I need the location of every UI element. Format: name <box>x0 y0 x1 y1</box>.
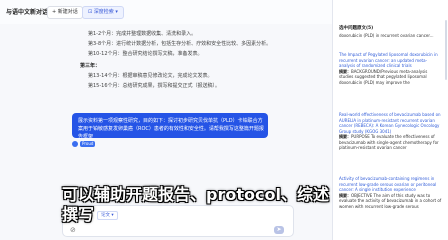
attach-icon[interactable]: ⊘ <box>70 226 76 234</box>
section-heading: 第三年： <box>80 63 101 69</box>
scrollbar[interactable] <box>445 20 447 80</box>
reference-item[interactable]: Activity of bevacizumab-containing regim… <box>339 176 443 209</box>
app-title: 与语中文新对话 <box>6 9 49 16</box>
user-tag: Proud <box>80 141 96 147</box>
reference-title-link[interactable]: Real-world effectiveness of bevacizumab … <box>339 112 443 134</box>
list-item: 第13-14个月：根据审稿意见修改论文，完成论文发表。 <box>88 73 213 79</box>
abstract-text: OBJECTIVE The aim of this study was to e… <box>339 192 442 209</box>
abstract-label: 摘要： <box>339 68 351 74</box>
new-chat-button[interactable]: + 新建对话 <box>47 6 83 19</box>
list-item: 第10-12个月：整合研究结论撰写文稿，准备发表。 <box>88 51 203 57</box>
reference-item[interactable]: The Impact of Pegylated liposomal doxoru… <box>339 52 443 85</box>
reference-panel: 选中问题原文(5) doxorubicin (PLD) in recurrent… <box>332 0 448 240</box>
model-select[interactable]: ⊡ 深度检索 ▾ <box>82 6 124 19</box>
list-item: 第1-2个月：完成并整理数据收集、清洗和录入。 <box>88 31 197 37</box>
video-caption: 可以辅助开题报告、protocol、综述撰写 <box>62 185 329 224</box>
list-item: 第3-8个月：进行统计数据分析，包括生存分析、疗效和安全性比较、多因素分析。 <box>88 41 272 47</box>
reference-title-link[interactable]: Activity of bevacizumab-containing regim… <box>339 176 443 193</box>
abstract-text: PURPOSE To evaluate the effectiveness of… <box>339 134 439 150</box>
avatar <box>72 141 78 147</box>
reference-title-link[interactable]: The Impact of Pegylated liposomal doxoru… <box>339 52 443 69</box>
reference-heading: 选中问题原文(5) <box>339 26 374 31</box>
send-button[interactable]: ➤ <box>274 226 284 234</box>
abstract-label: 摘要： <box>339 192 351 198</box>
reference-text: doxorubicin (PLD) in recurrent ovarian c… <box>339 33 434 38</box>
reference-item[interactable]: Real-world effectiveness of bevacizumab … <box>339 112 443 151</box>
abstract-text: BACKGROUND/Previous meta-analysis studie… <box>339 68 428 85</box>
user-message-bubble: 展示资料第一项观察性研究，目的如下：探讨初步研究贝伐单抗（PLD）卡铂联合方案用… <box>72 113 268 140</box>
list-item: 第15-16个月：总结研究成果，撰写和提交正式（报送稿）。 <box>88 83 221 89</box>
user-message-text: 展示资料第一项观察性研究，目的如下：探讨初步研究贝伐单抗（PLD）卡铂联合方案用… <box>78 118 264 140</box>
reference-item[interactable]: doxorubicin (PLD) in recurrent ovarian c… <box>339 33 443 39</box>
abstract-label: 摘要： <box>339 134 351 139</box>
